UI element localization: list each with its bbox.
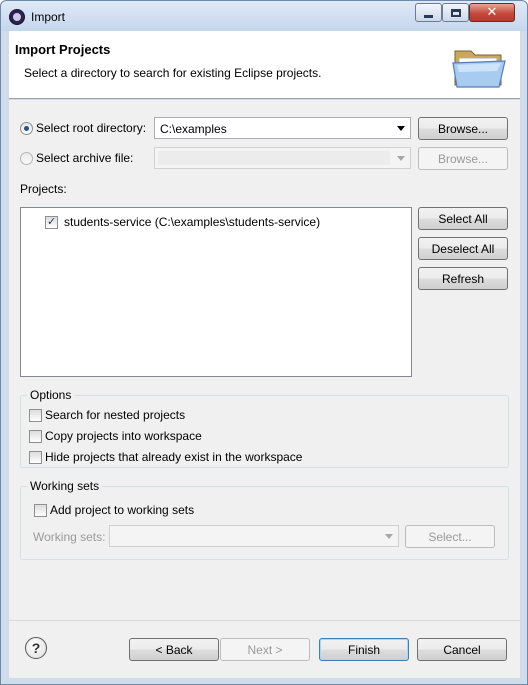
chevron-down-icon[interactable] bbox=[397, 156, 405, 161]
open-folder-icon bbox=[452, 50, 506, 88]
maximize-button[interactable] bbox=[442, 3, 469, 22]
hide-existing-checkbox[interactable] bbox=[29, 451, 42, 464]
root-directory-radio[interactable] bbox=[20, 122, 33, 135]
minimize-button[interactable] bbox=[415, 3, 442, 22]
root-directory-combo[interactable]: C:\examples bbox=[154, 117, 411, 139]
select-all-button[interactable]: Select All bbox=[418, 207, 508, 230]
wizard-header: Import Projects Select a directory to se… bbox=[9, 31, 520, 99]
working-sets-title: Working sets bbox=[27, 479, 103, 493]
add-working-sets-label: Add project to working sets bbox=[50, 503, 195, 517]
maximize-icon bbox=[450, 8, 461, 17]
close-icon: ✕ bbox=[486, 5, 498, 20]
deselect-all-button[interactable]: Deselect All bbox=[418, 237, 508, 260]
archive-file-label: Select archive file: bbox=[36, 151, 134, 165]
root-directory-label: Select root directory: bbox=[36, 121, 147, 135]
archive-file-radio[interactable] bbox=[20, 152, 33, 165]
minimize-icon bbox=[424, 14, 433, 18]
wizard-body: Select root directory: C:\examples Brows… bbox=[9, 100, 520, 620]
chevron-down-icon[interactable] bbox=[397, 126, 405, 131]
options-title: Options bbox=[27, 388, 75, 402]
projects-label: Projects: bbox=[20, 182, 67, 196]
copy-projects-checkbox[interactable] bbox=[29, 430, 42, 443]
window-title: Import bbox=[31, 10, 66, 24]
working-sets-select-button[interactable]: Select... bbox=[405, 525, 495, 548]
page-description: Select a directory to search for existin… bbox=[24, 66, 322, 80]
archive-file-combo[interactable] bbox=[154, 147, 411, 169]
cancel-button[interactable]: Cancel bbox=[417, 638, 507, 661]
list-item[interactable]: students-service (C:\examples\students-s… bbox=[45, 215, 405, 231]
working-sets-group: Working sets Add project to working sets… bbox=[20, 479, 509, 560]
working-sets-label: Working sets: bbox=[33, 530, 106, 544]
wizard-footer: ? < Back Next > Finish Cancel bbox=[9, 620, 520, 678]
projects-list[interactable]: students-service (C:\examples\students-s… bbox=[20, 207, 412, 377]
archive-browse-button[interactable]: Browse... bbox=[418, 147, 508, 170]
close-button[interactable]: ✕ bbox=[469, 3, 515, 22]
title-bar[interactable]: Import ✕ bbox=[1, 1, 527, 31]
copy-projects-label: Copy projects into workspace bbox=[45, 429, 202, 443]
eclipse-icon bbox=[9, 9, 25, 25]
project-label: students-service (C:\examples\students-s… bbox=[64, 215, 321, 229]
back-button[interactable]: < Back bbox=[129, 638, 219, 661]
project-checkbox[interactable] bbox=[45, 215, 58, 229]
options-group: Options Search for nested projects Copy … bbox=[20, 388, 509, 468]
refresh-button[interactable]: Refresh bbox=[418, 267, 508, 290]
page-title: Import Projects bbox=[15, 42, 111, 57]
next-button[interactable]: Next > bbox=[220, 638, 310, 661]
import-dialog: Import ✕ Import Projects Select a direct… bbox=[0, 0, 528, 685]
finish-button[interactable]: Finish bbox=[319, 638, 409, 661]
help-icon[interactable]: ? bbox=[25, 637, 47, 659]
root-directory-value: C:\examples bbox=[160, 122, 227, 136]
hide-existing-label: Hide projects that already exist in the … bbox=[45, 450, 303, 464]
nested-projects-checkbox[interactable] bbox=[29, 409, 42, 422]
nested-projects-label: Search for nested projects bbox=[45, 408, 186, 422]
chevron-down-icon[interactable] bbox=[385, 534, 393, 539]
working-sets-combo[interactable] bbox=[109, 525, 399, 547]
root-browse-button[interactable]: Browse... bbox=[418, 117, 508, 140]
archive-file-value bbox=[158, 151, 390, 165]
add-working-sets-checkbox[interactable] bbox=[34, 504, 47, 517]
